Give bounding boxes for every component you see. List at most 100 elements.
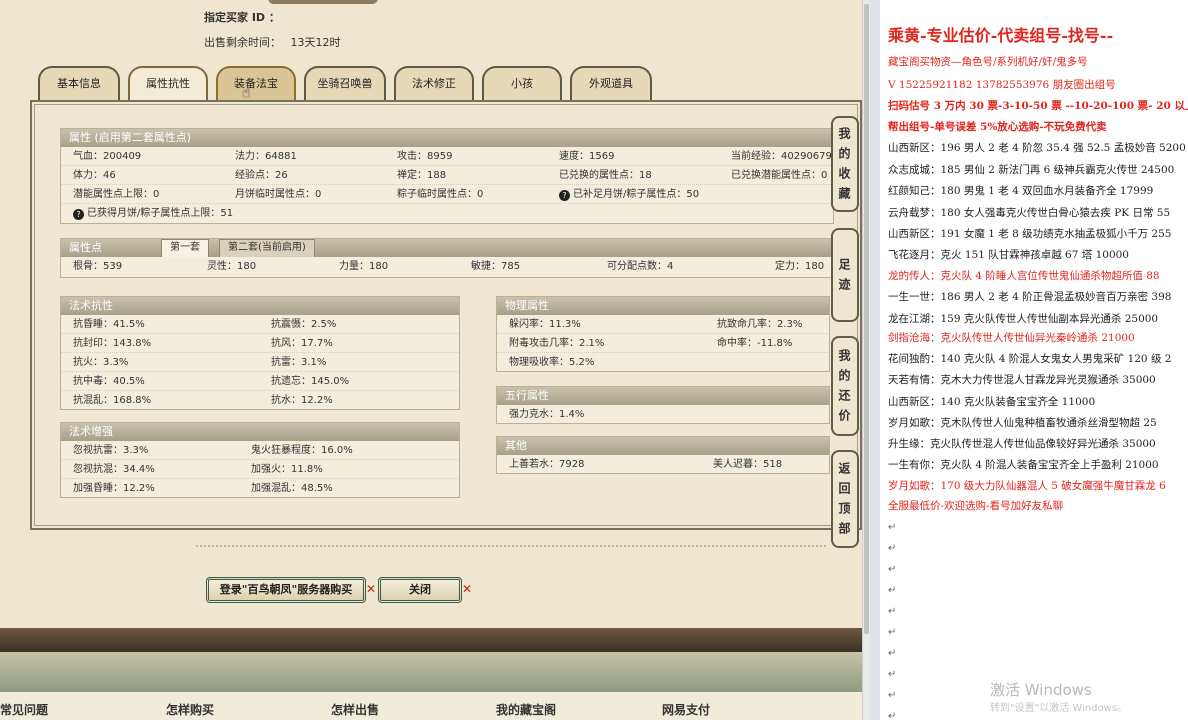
activation-watermark: 激活 Windows (990, 681, 1092, 699)
boost-cell: 忽视抗混：34.4% (73, 464, 155, 475)
attr-footer: ? 已获得月饼/粽子属性点上限：51 (73, 204, 233, 223)
physical-row: 躲闪率：11.3% 抗致命几率：2.3% (497, 315, 829, 334)
boost-cell: 鬼火狂暴程度：16.0% (251, 445, 353, 456)
paragraph-mark-icon: ↵ (888, 543, 897, 554)
paragraph-mark-icon: ↵ (888, 627, 897, 638)
points-section: 属性点 第一套 第二套(当前启用) 根骨：539 灵性：180 力量：180 敏… (60, 238, 834, 278)
login-buy-button[interactable]: 登录"百鸟朝凤"服务器购买 (206, 577, 366, 603)
boost-cell: 加强混乱：48.5% (251, 483, 333, 494)
top-tab-remnant (268, 0, 378, 4)
physical-row: 物理吸收率：5.2% (497, 353, 829, 372)
attr-cell: 气血：200409 (73, 151, 142, 162)
other-section: 其他 上善若水：7928 美人迟暮：518 (496, 436, 830, 474)
subtab-second-set[interactable]: 第二套(当前启用) (219, 239, 315, 257)
attr-cell: 当前经验：40290679 (731, 151, 832, 162)
resist-row: 抗火：3.3% 抗雷：3.1% (61, 353, 459, 372)
help-icon[interactable]: ? (559, 190, 570, 201)
boost-cell: 忽视抗雷：3.3% (73, 445, 149, 456)
attr-cell-with-help: ? 已补足月饼/粽子属性点：50 (559, 185, 699, 204)
five-elements-cell: 强力克水：1.4% (509, 409, 585, 420)
help-icon[interactable]: ? (73, 209, 84, 220)
physical-cell: 抗致命几率：2.3% (717, 319, 803, 330)
tab-mount-pet[interactable]: 坐骑召唤兽 (304, 66, 386, 100)
resist-cell: 抗遗忘：145.0% (271, 376, 350, 387)
attr-cell: 月饼临时属性点：0 (235, 189, 322, 200)
note-line: 乘黄-专业估价-代卖组号-找号-- (888, 26, 1114, 45)
back-to-top-button[interactable]: 返回顶部 (831, 450, 859, 548)
attr-cell: 已兑换的属性点：18 (559, 170, 652, 181)
footer-link-my-treasure[interactable]: 我的藏宝阁 (496, 701, 556, 718)
sale-time-row: 出售剩余时间： 13天12时 (204, 34, 341, 50)
note-line: 飞花逐月：克火 151 队甘霖神孩卓越 67 塔 10000 (888, 249, 1129, 261)
close-button[interactable]: 关闭 (378, 577, 462, 603)
attr-cell: 已补足月饼/粽子属性点：50 (573, 189, 700, 200)
attr-section-title: 属性 (启用第二套属性点) (61, 129, 833, 147)
note-line: 一生一世：186 男人 2 老 4 阶正骨混孟极妙音百万亲密 398 (888, 291, 1172, 303)
tab-attributes[interactable]: 属性抗性 (128, 66, 208, 100)
other-title: 其他 (497, 437, 829, 455)
other-row: 上善若水：7928 美人迟暮：518 (497, 455, 829, 474)
window-divider (870, 0, 880, 720)
resist-cell: 抗封印：143.8% (73, 338, 152, 349)
favorites-button[interactable]: 我的收藏 (831, 116, 859, 212)
resist-cell: 抗火：3.3% (73, 357, 129, 368)
magic-resist-title: 法术抗性 (61, 297, 459, 315)
scroll-thumb[interactable] (864, 4, 869, 634)
resist-cell: 抗震慑：2.5% (271, 319, 337, 330)
physical-section: 物理属性 躲闪率：11.3% 抗致命几率：2.3% 附毒攻击几率：2.1% 命中率：… (496, 296, 830, 372)
paragraph-mark-icon: ↵ (888, 648, 897, 659)
game-window: 指定买家 ID ： 出售剩余时间： 13天12时 基本信息 属性抗性 装备法宝 … (0, 0, 868, 720)
five-elements-section: 五行属性 强力克水：1.4% (496, 386, 830, 424)
points-cell: 敏捷：785 (471, 261, 521, 272)
attr-section: 属性 (启用第二套属性点) 气血：200409 法力：64881 攻击：8959… (60, 128, 834, 224)
tab-basic-info[interactable]: 基本信息 (38, 66, 120, 100)
tab-spell-correction[interactable]: 法术修正 (394, 66, 474, 100)
paragraph-mark-icon: ↵ (888, 669, 897, 680)
footer-nav: 常见问题 怎样购买 怎样出售 我的藏宝阁 网易支付 (0, 692, 868, 720)
resist-cell: 抗风：17.7% (271, 338, 333, 349)
note-line: 全服最低价-欢迎选购-看号加好友私聊 (888, 500, 1064, 512)
boost-row: 忽视抗雷：3.3% 鬼火狂暴程度：16.0% (61, 441, 459, 460)
footer-link-faq[interactable]: 常见问题 (0, 701, 48, 718)
scrollbar[interactable] (862, 0, 870, 720)
points-cell: 可分配点数：4 (607, 261, 674, 272)
resist-cell: 抗混乱：168.8% (73, 395, 152, 406)
divider-dotted (196, 545, 826, 547)
resist-cell: 抗中毒：40.5% (73, 376, 145, 387)
footer-link-how-sell[interactable]: 怎样出售 (331, 701, 379, 718)
physical-cell: 命中率：-11.8% (717, 338, 793, 349)
attribute-panel: 属性 (启用第二套属性点) 气血：200409 法力：64881 攻击：8959… (30, 100, 862, 530)
note-line: 一生有你：克火队 4 阶混人装备宝宝齐全上手盈利 21000 (888, 459, 1159, 471)
attr-footer-row: ? 已获得月饼/粽子属性点上限：51 (61, 204, 833, 223)
magic-resist-section: 法术抗性 抗昏睡：41.5% 抗震慑：2.5% 抗封印：143.8% 抗风：17.7… (60, 296, 460, 410)
resist-row: 抗封印：143.8% 抗风：17.7% (61, 334, 459, 353)
attr-cell: 攻击：8959 (397, 151, 453, 162)
my-counteroffer-button[interactable]: 我的还价 (831, 336, 859, 436)
boost-cell: 加强火：11.8% (251, 464, 323, 475)
subtab-first-set[interactable]: 第一套 (161, 239, 209, 257)
attr-cell: 体力：46 (73, 170, 116, 181)
tab-appearance[interactable]: 外观道具 (570, 66, 652, 100)
decorative-band-dark (0, 628, 868, 652)
points-cell: 定力：180 (775, 261, 825, 272)
note-line: 扫码估号 3 万内 30 票-3-10-50 票 --10-20-100 票- … (888, 100, 1188, 112)
paragraph-mark-icon: ↵ (888, 585, 897, 596)
resist-row: 抗昏睡：41.5% 抗震慑：2.5% (61, 315, 459, 334)
activation-watermark-sub: 转到"设置"以激活 Windows。 (990, 703, 1128, 714)
tab-child[interactable]: 小孩 (482, 66, 562, 100)
attr-cell: 粽子临时属性点：0 (397, 189, 484, 200)
footprint-button[interactable]: 足迹 (831, 228, 859, 322)
other-cell: 上善若水：7928 (509, 459, 585, 470)
five-elements-title: 五行属性 (497, 387, 829, 405)
footer-link-netease-pay[interactable]: 网易支付 (662, 701, 710, 718)
note-line: 剑指沧海：克火队传世人传世仙异光秦岭通杀 21000 (888, 332, 1135, 344)
tab-equipment[interactable]: 装备法宝 (216, 66, 296, 100)
note-line: 天若有情：克木大力传世混人甘霖龙异光灵猴通杀 35000 (888, 374, 1156, 386)
resist-row: 抗中毒：40.5% 抗遗忘：145.0% (61, 372, 459, 391)
note-line: 山西新区：140 克火队装备宝宝齐全 11000 (888, 396, 1096, 408)
footer-link-how-buy[interactable]: 怎样购买 (166, 701, 214, 718)
attr-cell: 速度：1569 (559, 151, 615, 162)
note-line: 花间独酌：140 克火队 4 阶混人女鬼女人男鬼采矿 120 级 2 (888, 353, 1172, 365)
note-line: 藏宝阁买物资—角色号/系列机好/奸/鬼多号 (888, 56, 1088, 68)
magic-boost-section: 法术增强 忽视抗雷：3.3% 鬼火狂暴程度：16.0% 忽视抗混：34.4% 加强火… (60, 422, 460, 498)
